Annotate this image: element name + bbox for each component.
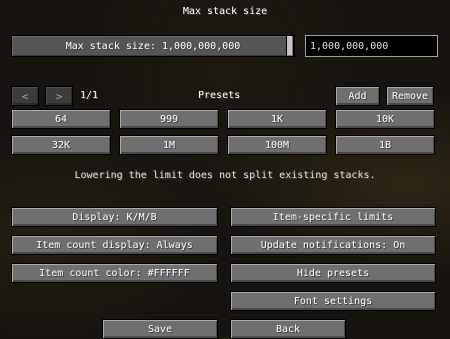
preset-button-32k[interactable]: 32K <box>11 135 111 155</box>
left-arrow-icon: < <box>21 89 29 103</box>
remove-preset-button[interactable]: Remove <box>386 86 434 106</box>
preset-button-1b[interactable]: 1B <box>335 135 435 155</box>
preset-button-label: 64 <box>54 113 68 125</box>
update-notifications-button[interactable]: Update notifications: On <box>230 235 436 255</box>
display-format-button-label: Display: K/M/B <box>72 211 157 223</box>
item-count-display-button-label: Item count display: Always <box>36 239 193 251</box>
add-preset-button-label: Add <box>348 90 367 102</box>
preset-button-label: 1K <box>270 113 284 125</box>
preset-button-label: 1M <box>162 139 176 151</box>
screen-title: Max stack size <box>182 6 268 17</box>
item-count-display-button[interactable]: Item count display: Always <box>11 235 218 255</box>
max-stack-size-slider[interactable]: Max stack size: 1,000,000,000 <box>11 35 295 57</box>
presets-prev-page-button[interactable]: < <box>11 86 39 106</box>
save-button-label: Save <box>147 323 173 335</box>
preset-button-64[interactable]: 64 <box>11 109 111 129</box>
right-arrow-icon: > <box>55 89 63 103</box>
presets-heading: Presets <box>198 90 241 101</box>
preset-button-label: 32K <box>51 139 71 151</box>
preset-button-999[interactable]: 999 <box>119 109 219 129</box>
preset-button-1m[interactable]: 1M <box>119 135 219 155</box>
remove-preset-button-label: Remove <box>391 90 429 102</box>
max-stack-size-input-value: 1,000,000,000 <box>310 40 389 52</box>
update-notifications-button-label: Update notifications: On <box>260 239 406 251</box>
add-preset-button[interactable]: Add <box>335 86 380 106</box>
item-count-color-button[interactable]: Item count color: #FFFFFF <box>11 263 218 283</box>
max-stack-size-slider-label: Max stack size: 1,000,000,000 <box>65 40 241 52</box>
item-specific-limits-button[interactable]: Item-specific limits <box>230 207 436 227</box>
preset-button-label: 999 <box>159 113 179 125</box>
presets-page-indicator: 1/1 <box>80 90 99 101</box>
slider-handle[interactable] <box>286 35 294 57</box>
preset-button-100m[interactable]: 100M <box>227 135 327 155</box>
hide-presets-button-label: Hide presets <box>296 267 370 279</box>
preset-button-label: 1B <box>378 139 392 151</box>
info-note: Lowering the limit does not split existi… <box>74 170 376 181</box>
max-stack-size-input[interactable]: 1,000,000,000 <box>305 35 438 57</box>
font-settings-button[interactable]: Font settings <box>230 291 436 311</box>
font-settings-button-label: Font settings <box>293 295 373 307</box>
presets-next-page-button[interactable]: > <box>45 86 73 106</box>
preset-button-label: 100M <box>264 139 290 151</box>
preset-button-10k[interactable]: 10K <box>335 109 435 129</box>
save-button[interactable]: Save <box>102 319 218 339</box>
display-format-button[interactable]: Display: K/M/B <box>11 207 218 227</box>
hide-presets-button[interactable]: Hide presets <box>230 263 436 283</box>
item-specific-limits-button-label: Item-specific limits <box>272 211 394 223</box>
preset-button-1k[interactable]: 1K <box>227 109 327 129</box>
item-count-color-button-label: Item count color: #FFFFFF <box>39 267 190 279</box>
preset-button-label: 10K <box>375 113 395 125</box>
back-button[interactable]: Back <box>230 319 346 339</box>
back-button-label: Back <box>275 323 301 335</box>
